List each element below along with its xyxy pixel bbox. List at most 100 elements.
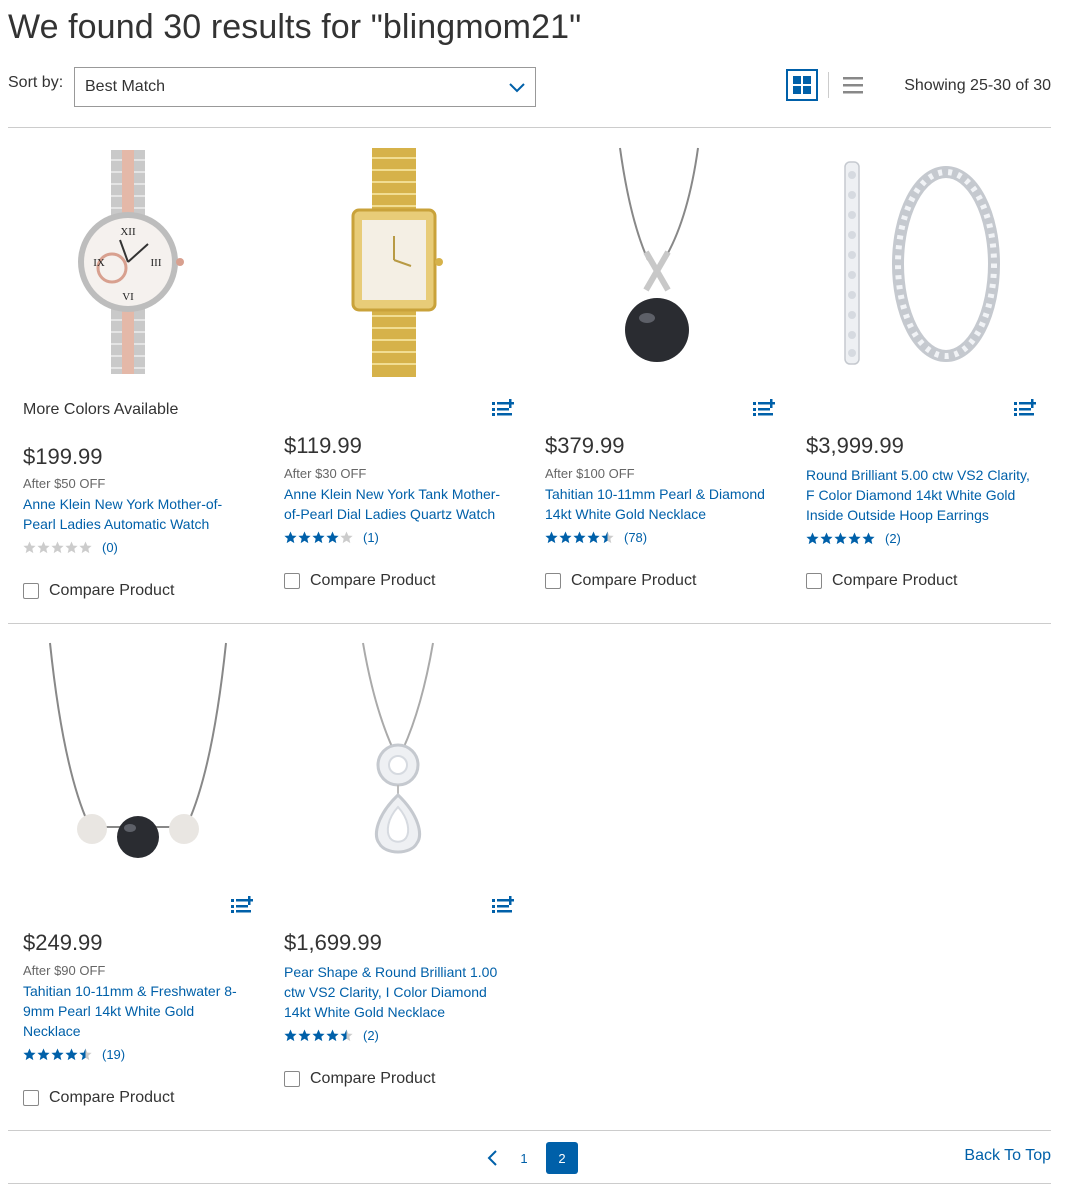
sort-select[interactable]: Best Match [74, 67, 536, 107]
review-count-link[interactable]: (0) [102, 540, 118, 555]
compare-label: Compare Product [49, 582, 175, 599]
checkbox[interactable] [284, 573, 300, 589]
star-rating [284, 1029, 353, 1042]
grid-icon [793, 76, 811, 94]
divider [8, 1130, 1051, 1131]
divider [8, 623, 1051, 624]
pagination: 1 2 [480, 1142, 578, 1174]
rating: (0) [23, 539, 118, 555]
rating: (1) [284, 529, 379, 545]
checkbox[interactable] [23, 1090, 39, 1106]
star-icon [340, 531, 353, 543]
previous-page-button[interactable] [480, 1146, 504, 1170]
product-image[interactable] [269, 637, 509, 877]
product-title-link[interactable]: Anne Klein New York Mother-of-Pearl Ladi… [23, 494, 253, 534]
sort-selected-value: Best Match [85, 78, 166, 95]
product-image[interactable] [791, 140, 1031, 380]
add-to-list-icon[interactable] [492, 896, 514, 914]
rating: (78) [545, 529, 647, 545]
star-icon [65, 541, 78, 553]
star-icon [601, 531, 614, 543]
star-icon [326, 531, 339, 543]
discount-label: After $100 OFF [545, 466, 635, 481]
price: $1,699.99 [284, 930, 382, 955]
rating: (2) [284, 1027, 379, 1043]
star-icon [326, 1029, 339, 1041]
price: $249.99 [23, 930, 103, 955]
compare-product-checkbox[interactable]: Compare Product [806, 572, 957, 590]
product-title-link[interactable]: Pear Shape & Round Brilliant 1.00 ctw VS… [284, 962, 514, 1022]
compare-label: Compare Product [571, 572, 697, 589]
star-icon [298, 531, 311, 543]
checkbox[interactable] [545, 573, 561, 589]
back-to-top-link[interactable]: Back To Top [964, 1147, 1051, 1165]
checkbox[interactable] [284, 1071, 300, 1087]
product-image[interactable] [269, 140, 509, 380]
page-2-current[interactable]: 2 [546, 1142, 578, 1174]
product-card: $119.99 After $30 OFF Anne Klein New Yor… [269, 140, 514, 610]
review-count-link[interactable]: (2) [885, 531, 901, 546]
add-to-list-icon[interactable] [1014, 399, 1036, 417]
star-icon [51, 1048, 64, 1060]
star-icon [862, 532, 875, 544]
price: $119.99 [284, 433, 362, 458]
compare-product-checkbox[interactable]: Compare Product [23, 1089, 174, 1107]
star-icon [340, 1029, 353, 1041]
star-icon [37, 1048, 50, 1060]
product-title-link[interactable]: Anne Klein New York Tank Mother-of-Pearl… [284, 484, 514, 524]
chevron-down-icon [509, 83, 525, 93]
svg-text:VI: VI [122, 291, 134, 303]
divider [8, 127, 1051, 128]
svg-text:XII: XII [120, 226, 136, 238]
star-icon [545, 531, 558, 543]
checkbox[interactable] [806, 573, 822, 589]
star-icon [65, 1048, 78, 1060]
product-title-link[interactable]: Tahitian 10-11mm & Freshwater 8-9mm Pear… [23, 981, 253, 1041]
review-count-link[interactable]: (2) [363, 1028, 379, 1043]
results-toolbar: Sort by: Best Match Showing 25-30 of 30 [8, 66, 1051, 108]
compare-product-checkbox[interactable]: Compare Product [284, 572, 435, 590]
product-image[interactable]: XII III VI IX [8, 140, 248, 380]
product-card: $3,999.99 Round Brilliant 5.00 ctw VS2 C… [791, 140, 1036, 610]
star-icon [312, 1029, 325, 1041]
compare-product-checkbox[interactable]: Compare Product [545, 572, 696, 590]
grid-view-button[interactable] [786, 69, 818, 101]
price: $3,999.99 [806, 433, 904, 458]
compare-product-checkbox[interactable]: Compare Product [284, 1070, 435, 1088]
star-icon [23, 1048, 36, 1060]
star-icon [559, 531, 572, 543]
star-icon [573, 531, 586, 543]
compare-label: Compare Product [310, 1070, 436, 1087]
star-icon [820, 532, 833, 544]
page-title: We found 30 results for "blingmom21" [8, 8, 582, 46]
review-count-link[interactable]: (19) [102, 1047, 125, 1062]
add-to-list-icon[interactable] [753, 399, 775, 417]
discount-label: After $50 OFF [23, 476, 106, 491]
divider [8, 1183, 1051, 1184]
product-image[interactable] [8, 637, 248, 877]
star-rating [545, 531, 614, 544]
product-card: $379.99 After $100 OFF Tahitian 10-11mm … [530, 140, 775, 610]
review-count-link[interactable]: (1) [363, 530, 379, 545]
product-title-link[interactable]: Round Brilliant 5.00 ctw VS2 Clarity, F … [806, 465, 1036, 525]
star-icon [834, 532, 847, 544]
star-icon [51, 541, 64, 553]
review-count-link[interactable]: (78) [624, 530, 647, 545]
list-view-button[interactable] [842, 75, 864, 95]
add-to-list-icon[interactable] [231, 896, 253, 914]
star-icon [587, 531, 600, 543]
compare-product-checkbox[interactable]: Compare Product [23, 582, 174, 600]
checkbox[interactable] [23, 583, 39, 599]
price: $199.99 [23, 444, 103, 469]
star-icon [37, 541, 50, 553]
product-title-link[interactable]: Tahitian 10-11mm Pearl & Diamond 14kt Wh… [545, 484, 775, 524]
rating: (2) [806, 530, 901, 546]
star-icon [284, 531, 297, 543]
product-image[interactable] [530, 140, 770, 380]
add-to-list-icon[interactable] [492, 399, 514, 417]
more-colors-label: More Colors Available [23, 401, 179, 418]
star-icon [79, 1048, 92, 1060]
page-1-link[interactable]: 1 [514, 1151, 534, 1166]
results-count: Showing 25-30 of 30 [904, 77, 1051, 94]
star-icon [806, 532, 819, 544]
